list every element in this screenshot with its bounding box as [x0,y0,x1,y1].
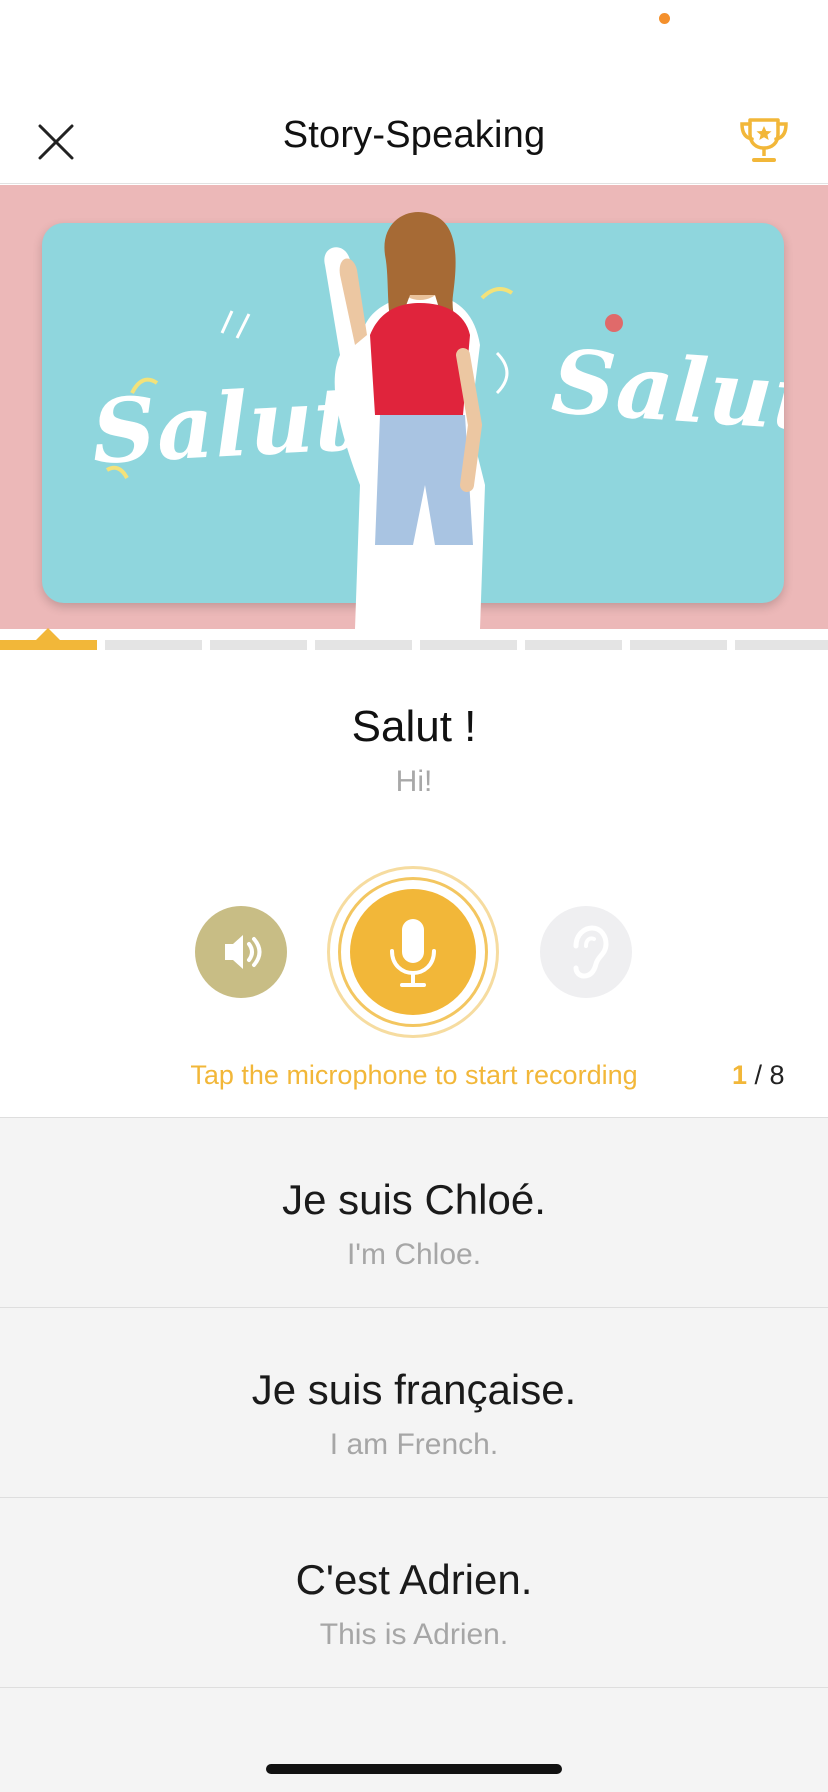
story-image: Salut Salut [0,185,828,629]
progress-segment-1 [0,640,97,650]
counter-current: 1 [732,1060,748,1090]
counter-total: / 8 [754,1060,785,1090]
recording-hint: Tap the microphone to start recording [190,1060,638,1090]
page-title: Story-Speaking [282,114,546,156]
header: Story-Speaking [0,94,828,184]
list-item-french: C'est Adrien. [295,1556,533,1603]
progress-bar [0,640,828,650]
list-item[interactable]: Je suis française. I am French. [0,1308,828,1498]
list-item[interactable]: C'est Adrien. This is Adrien. [0,1498,828,1688]
list-item-translation: This is Adrien. [319,1618,509,1651]
progress-pointer [36,628,60,640]
trophy-button[interactable] [736,112,792,168]
progress-segment-6 [525,640,622,650]
list-item-french: Je suis française. [251,1366,577,1413]
status-bar [0,0,828,60]
home-indicator[interactable] [266,1764,562,1774]
speaker-icon [225,935,262,969]
current-sentence: Salut ! [351,702,477,751]
progress-segment-5 [420,640,517,650]
list-item-translation: I am French. [329,1428,499,1461]
sentence-counter: 1 / 8 [732,1060,785,1091]
ear-icon [573,925,609,979]
microphone-icon [390,919,436,987]
list-item-translation: I'm Chloe. [346,1238,482,1271]
current-translation: Hi! [395,765,433,798]
progress-segment-4 [315,640,412,650]
recording-indicator-dot [659,13,670,24]
playback-recording-button[interactable] [540,906,632,998]
progress-segment-3 [210,640,307,650]
progress-segment-8 [735,640,828,650]
sentence-list: Je suis Chloé. I'm Chloe. Je suis frança… [0,1117,828,1792]
story-speaking-screen: Story-Speaking Salut Salut Salut ! Hi! T… [0,0,828,1792]
person-waving-illustration [324,211,485,629]
list-item-french: Je suis Chloé. [282,1176,546,1223]
list-item[interactable]: Je suis Chloé. I'm Chloe. [0,1118,828,1308]
progress-segment-2 [105,640,202,650]
progress-segment-7 [630,640,727,650]
record-button-core [350,889,476,1015]
record-button[interactable] [327,866,499,1038]
trophy-icon [740,118,788,162]
play-audio-button[interactable] [195,906,287,998]
